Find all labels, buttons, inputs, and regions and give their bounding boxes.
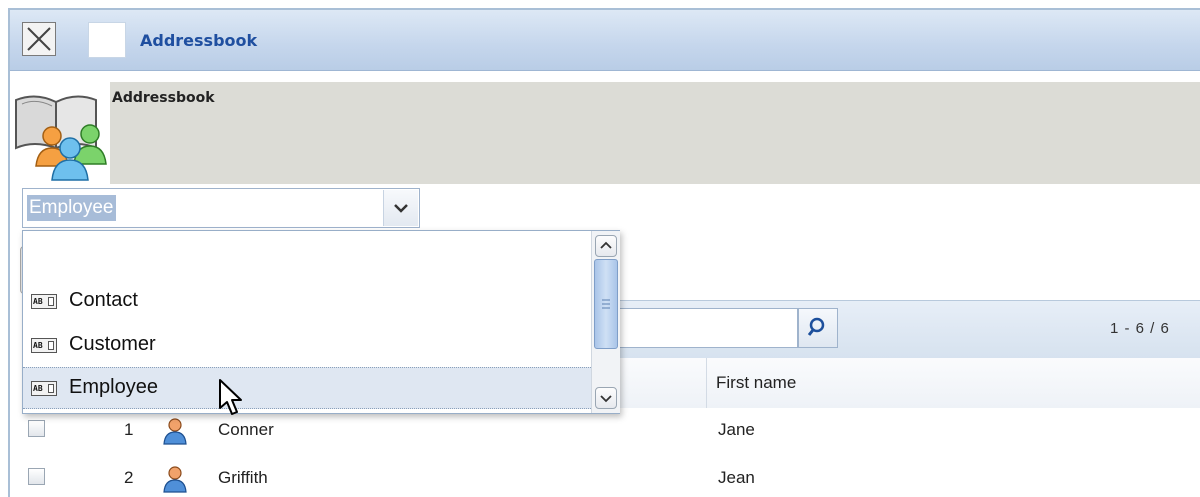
first-name-cell: Jane — [718, 420, 755, 439]
chevron-down-icon — [394, 204, 408, 213]
column-divider[interactable] — [706, 358, 707, 408]
grid-column-header — [610, 358, 1200, 409]
list-item-label: Customer — [69, 333, 156, 355]
type-combobox[interactable]: Employee — [22, 188, 420, 228]
row-checkbox[interactable] — [28, 468, 45, 485]
addressbook-icon — [15, 95, 107, 181]
close-button[interactable] — [22, 22, 56, 56]
scroll-thumb[interactable] — [594, 259, 618, 349]
table-row[interactable]: 2 Griffith Jean — [10, 456, 1200, 497]
addressbook-window: Addressbook Addressbook Employee 1 - 6 /… — [8, 8, 1200, 497]
scroll-down-button[interactable] — [595, 387, 617, 409]
person-icon — [163, 466, 187, 493]
window-icon-placeholder — [88, 22, 126, 58]
table-row[interactable]: 1 Conner Jane — [10, 408, 1200, 457]
search-input[interactable] — [608, 308, 798, 348]
last-name-cell: Conner — [218, 420, 274, 439]
search-button[interactable] — [798, 308, 838, 348]
paging-info: 1 - 6 / 6 — [1110, 320, 1170, 337]
last-name-cell: Griffith — [218, 468, 268, 487]
close-icon — [27, 27, 51, 51]
list-item-contact[interactable]: AB Contact — [23, 281, 591, 323]
text-type-icon: AB — [31, 338, 57, 353]
list-item-label: Employee — [69, 376, 158, 398]
header-panel: Addressbook — [110, 82, 1200, 184]
window-title: Addressbook — [140, 31, 258, 50]
list-item-label: Contact — [69, 289, 138, 311]
list-item-employee[interactable]: AB Employee — [23, 367, 591, 409]
combo-selected-value[interactable]: Employee — [27, 195, 116, 221]
list-item-customer[interactable]: AB Customer — [23, 325, 591, 367]
scroll-up-button[interactable] — [595, 235, 617, 257]
first-name-cell: Jean — [718, 468, 755, 487]
mouse-cursor-icon — [219, 379, 242, 415]
title-bar: Addressbook — [10, 10, 1200, 71]
header-title: Addressbook — [112, 90, 215, 106]
text-type-icon: AB — [31, 294, 57, 309]
combo-dropdown-button[interactable] — [383, 190, 418, 226]
dropdown-scrollbar[interactable] — [591, 231, 620, 413]
row-checkbox[interactable] — [28, 420, 45, 437]
grip-icon — [602, 299, 610, 309]
person-icon — [163, 418, 187, 445]
type-dropdown-list[interactable]: AB Contact AB Customer AB Employee — [22, 230, 620, 414]
list-item-empty[interactable] — [23, 235, 591, 277]
search-icon — [807, 317, 825, 336]
column-header-first-name[interactable]: First name — [716, 373, 796, 393]
chevron-up-icon — [600, 241, 612, 249]
chevron-down-icon — [600, 395, 612, 403]
text-type-icon: AB — [31, 381, 57, 396]
row-number: 1 — [124, 420, 134, 439]
row-number: 2 — [124, 468, 134, 487]
